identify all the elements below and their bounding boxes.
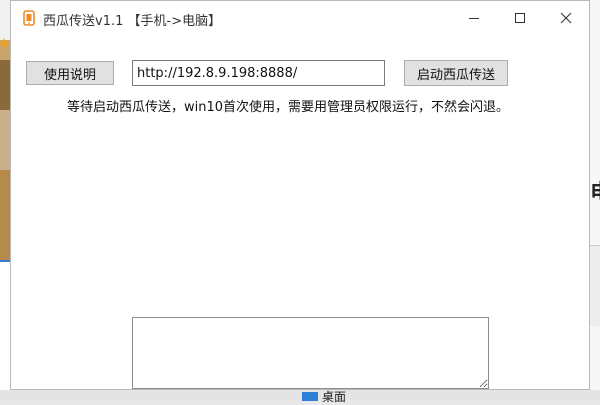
close-icon bbox=[560, 12, 572, 24]
watermelon-transfer-icon bbox=[23, 10, 35, 26]
start-transfer-button[interactable]: 启动西瓜传送 bbox=[404, 60, 508, 86]
minimize-button[interactable] bbox=[451, 1, 497, 35]
window-title: 西瓜传送v1.1 【手机->电脑】 bbox=[43, 14, 222, 29]
minimize-icon bbox=[469, 17, 479, 19]
background-text-fragment: 电 bbox=[590, 175, 600, 207]
log-textarea[interactable] bbox=[132, 317, 489, 389]
close-button[interactable] bbox=[543, 1, 589, 35]
maximize-icon bbox=[515, 13, 525, 23]
app-window: 西瓜传送v1.1 【手机->电脑】 使用说明 启动西瓜传送 等待启动西瓜传送，w… bbox=[10, 0, 590, 390]
background-explorer-strip: 桌面 bbox=[0, 390, 600, 404]
client-area: 使用说明 启动西瓜传送 等待启动西瓜传送，win10首次使用，需要用管理员权限运… bbox=[11, 35, 589, 389]
star-icon: ★ bbox=[0, 36, 11, 52]
title-bar[interactable]: 西瓜传送v1.1 【手机->电脑】 bbox=[11, 1, 589, 35]
background-window-left: ★ bbox=[0, 0, 11, 400]
desktop-item-label: 桌面 bbox=[322, 390, 347, 404]
url-field[interactable] bbox=[132, 60, 385, 86]
background-window-right: 电 bbox=[590, 0, 600, 400]
maximize-button[interactable] bbox=[497, 1, 543, 35]
background-image-fragment bbox=[590, 245, 600, 326]
status-message: 等待启动西瓜传送，win10首次使用，需要用管理员权限运行，不然会闪退。 bbox=[67, 100, 510, 115]
help-button[interactable]: 使用说明 bbox=[26, 61, 114, 85]
